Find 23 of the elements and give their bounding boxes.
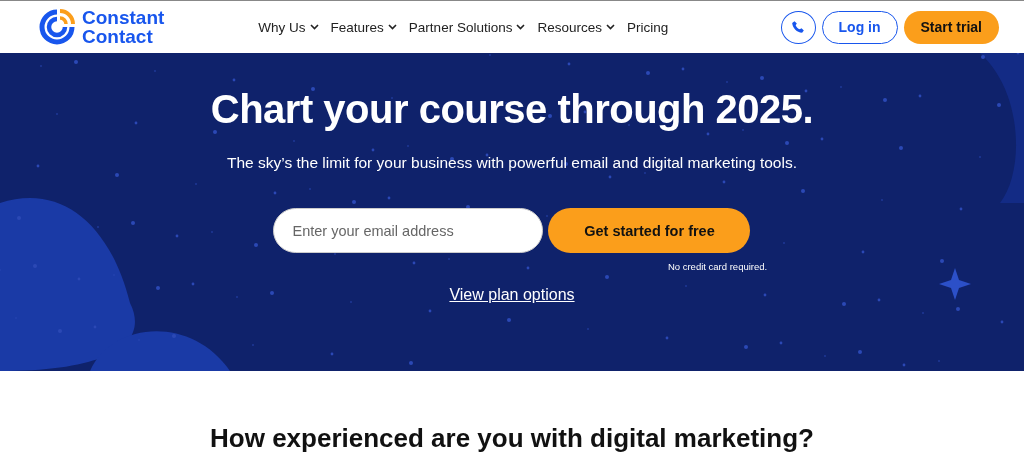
nav-link[interactable]: Partner Solutions [408, 19, 526, 35]
logo-icon [38, 8, 76, 46]
chevron-icon [309, 24, 319, 30]
nav-link[interactable]: Pricing [626, 19, 669, 35]
phone-icon [791, 20, 806, 34]
nav-link[interactable]: Features [330, 19, 397, 35]
chevron-icon [605, 24, 615, 30]
phone-button[interactable] [780, 10, 816, 44]
hero-subtitle: The sky’s the limit for your business with powerful email and digital marketing tools. [226, 154, 797, 172]
section-heading: How experienced are you with digital marketing? [210, 423, 814, 455]
no-credit-card-note: No credit card required. [667, 261, 768, 272]
view-plans-link[interactable]: View plan options [449, 286, 575, 304]
login-button[interactable]: Log in [821, 10, 898, 44]
get-started-button[interactable]: Get started for free [548, 208, 751, 253]
hero-title: Chart your course through 2025. [210, 87, 814, 132]
email-field[interactable]: Enter your email address [273, 208, 544, 253]
chevron-icon [387, 24, 397, 30]
start-trial-button[interactable]: Start trial [903, 10, 999, 44]
logo-text: Constant [82, 8, 165, 27]
nav-link[interactable]: Why Us [258, 19, 319, 35]
logo-text: Contact [82, 27, 154, 46]
nav-link[interactable]: Resources [537, 19, 615, 35]
chevron-icon [516, 24, 526, 30]
